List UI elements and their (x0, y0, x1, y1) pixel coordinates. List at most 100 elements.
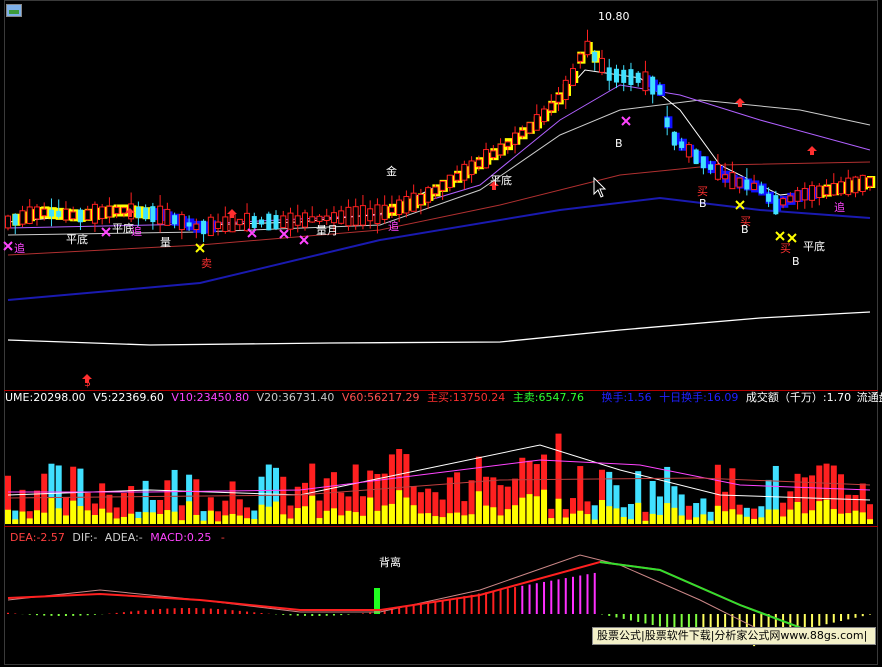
candle-body (26, 206, 33, 224)
candle-body (338, 210, 345, 224)
candle-body (693, 149, 699, 165)
candle-body (816, 185, 823, 199)
signal-cross-marker (775, 231, 785, 241)
volume-bar-yellow (222, 515, 229, 524)
volume-bar-yellow (591, 519, 598, 524)
candle-body (555, 94, 562, 103)
signal-label: 金 (386, 165, 397, 178)
candle-body (570, 68, 577, 86)
volume-average-line (8, 459, 871, 493)
candle-body (657, 85, 663, 95)
signal-cross-marker (101, 227, 111, 237)
candle-body (454, 172, 461, 181)
volume-bar-yellow (454, 512, 461, 524)
candle-body (592, 51, 598, 62)
signal-label: 平底 (803, 240, 825, 253)
volume-bar-yellow (287, 518, 294, 524)
signal-label: B (792, 255, 800, 268)
volume-bar-yellow (91, 515, 98, 524)
candle-body (852, 176, 859, 194)
volume-bar-yellow (570, 513, 577, 524)
volume-bar-yellow (425, 513, 432, 524)
candle-body (787, 195, 794, 203)
volume-bar-yellow (432, 516, 439, 524)
candle-body (410, 192, 417, 212)
signal-label: 平底 (66, 233, 88, 246)
candle-body (135, 206, 141, 218)
volume-bar-yellow (468, 514, 475, 524)
candle-body (758, 185, 764, 194)
candle-body (259, 219, 265, 225)
volume-bar-yellow (787, 509, 794, 524)
volume-bar-yellow (164, 510, 171, 524)
signal-label: B (699, 197, 707, 210)
volume-bar-yellow (62, 515, 69, 524)
candle-body (201, 220, 207, 235)
float-shares: 流通盘 (856, 391, 882, 404)
candle-body (244, 212, 251, 232)
volume-bar-yellow (801, 513, 808, 524)
volume-bar-yellow (722, 511, 729, 524)
signal-cross-marker (299, 235, 309, 245)
candle-body (215, 221, 222, 230)
dif-value: DIF:- (72, 531, 98, 544)
volume-bar-yellow (396, 490, 403, 524)
panel-divider (4, 526, 878, 527)
volume-bar-yellow (859, 512, 866, 524)
candle-body (84, 209, 91, 221)
volume-bar-yellow (678, 515, 685, 524)
candle-body (417, 193, 424, 205)
candle-body (577, 53, 584, 62)
volume-bar-yellow (765, 509, 772, 524)
volume-bar-yellow (584, 514, 591, 524)
candle-body (19, 210, 26, 225)
candle-body (164, 208, 171, 226)
volume-bar-yellow (816, 501, 823, 524)
volume-bar-yellow (664, 503, 671, 524)
volume-bar-yellow (48, 497, 55, 524)
divergence-label: 背离 (379, 556, 401, 569)
volume-bar-yellow (627, 519, 634, 524)
candle-body (671, 131, 677, 146)
volume-bar-yellow (70, 500, 77, 524)
volume-bar-yellow (410, 505, 417, 524)
volume-bar-yellow (215, 521, 222, 524)
candle-body (345, 206, 352, 227)
candle-body (461, 163, 468, 181)
candle-body (736, 177, 743, 188)
volume-bar-yellow (280, 514, 287, 524)
volume-bar-yellow (780, 516, 787, 524)
candle-body (113, 206, 120, 215)
volume-indicator-header: UME:20298.00 V5:22369.60 V10:23450.80 V2… (5, 391, 882, 405)
volume-bar-yellow (359, 515, 366, 524)
volume-bar-yellow (142, 512, 149, 524)
candle-body (301, 212, 308, 228)
volume-bar-yellow (736, 514, 743, 524)
volume-bar-yellow (84, 510, 91, 524)
volume-bar-yellow (772, 509, 779, 524)
volume-bar-yellow (128, 513, 135, 524)
watermark-banner[interactable]: 股票公式|股票软件下载|分析家公式网www.88gs.com| (592, 627, 876, 645)
signal-label: 卖 (201, 257, 212, 270)
volume-bar-yellow (446, 513, 453, 524)
signal-label: 量 (160, 236, 171, 249)
candle-body (504, 141, 511, 147)
signal-label: 追 (131, 225, 142, 238)
candle-body (519, 129, 526, 137)
candle-body (845, 177, 852, 196)
candle-body (41, 208, 48, 217)
candle-body (823, 186, 830, 196)
macd-extra: - (220, 531, 225, 544)
volume-bar-yellow (743, 516, 750, 524)
candle-body (533, 114, 540, 131)
volume-bar-yellow (99, 508, 106, 524)
signal-label: 量月 (316, 224, 338, 237)
candle-body (722, 174, 729, 180)
candle-body (584, 40, 591, 56)
candle-body (99, 206, 106, 219)
volume-bar-yellow (41, 512, 48, 524)
candle-body (70, 211, 77, 220)
chart-canvas[interactable] (0, 0, 882, 667)
volume-bar-yellow (707, 520, 714, 524)
candle-body (91, 203, 98, 224)
